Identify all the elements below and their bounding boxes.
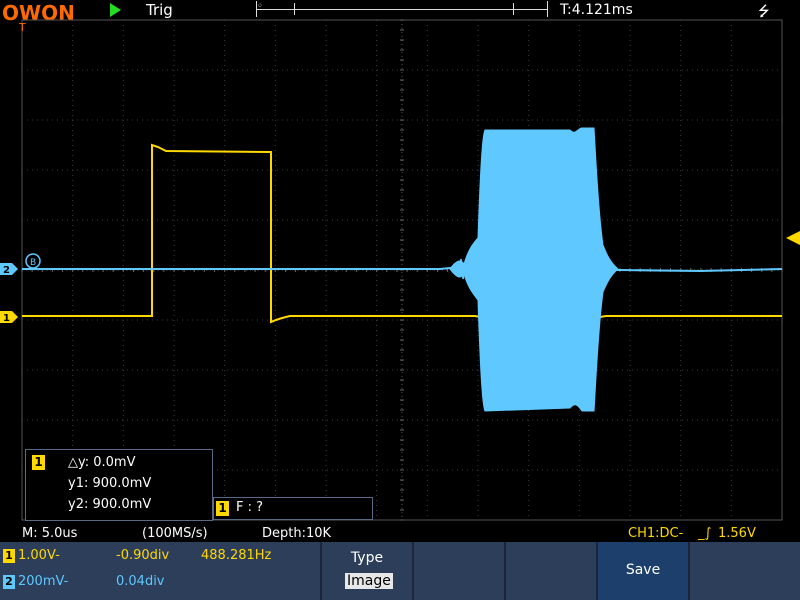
save-button-label: Save: [625, 562, 661, 578]
frequency-measure-box: 1 F : ?: [213, 497, 373, 520]
ch1-waveform: [22, 143, 782, 324]
bottom-panel: 1 1.00V- -0.90div 488.281Hz 2 200mV- 0.0…: [0, 542, 800, 600]
freq-value: F : ?: [236, 500, 264, 515]
ch1-offset: -0.90div: [116, 548, 170, 563]
ch1-frequency: 488.281Hz: [201, 548, 272, 563]
ch1-scale: 1.00V-: [18, 548, 60, 563]
menu-type-value: Image: [345, 573, 393, 589]
cursor-y2: y2: 900.0mV: [68, 497, 152, 512]
cursor-y1: y1: 900.0mV: [68, 476, 152, 491]
oscilloscope-screen: OWON Trig ◦ T:4.121ms ⭍ 21TB 1 △y: 0.0mV…: [0, 0, 800, 600]
ch2-level-marker[interactable]: 2: [3, 265, 10, 276]
sample-rate: (100MS/s): [142, 526, 208, 541]
level-markers: 2 1 T B: [0, 21, 800, 324]
save-button[interactable]: Save: [598, 542, 688, 600]
trigger-position-marker[interactable]: T: [18, 21, 26, 34]
trigger-info: CH1:DC-: [628, 526, 684, 541]
timebase: M: 5.0us: [22, 526, 78, 541]
ch1-level-marker[interactable]: 1: [3, 313, 10, 324]
ch1-tag[interactable]: 1: [3, 549, 15, 563]
trigger-edge-icon: _∫: [698, 526, 712, 541]
ch2-scale: 200mV-: [18, 574, 69, 589]
ch2-tag[interactable]: 2: [3, 575, 15, 589]
cursor-circle-label: B: [30, 258, 36, 268]
ch2-offset: 0.04div: [116, 574, 165, 589]
cursor-measure-box: 1 △y: 0.0mV y1: 900.0mV y2: 900.0mV: [25, 449, 213, 521]
trigger-level-arrow[interactable]: [786, 231, 800, 245]
memory-depth: Depth:10K: [262, 526, 332, 541]
freq-channel-tag: 1: [216, 501, 229, 516]
cursor-channel-tag: 1: [32, 455, 45, 470]
menu-type-label: Type: [350, 550, 384, 566]
save-type-menu[interactable]: Type Image: [322, 542, 412, 600]
trigger-level: 1.56V: [718, 526, 756, 541]
cursor-delta-y: △y: 0.0mV: [68, 455, 136, 470]
